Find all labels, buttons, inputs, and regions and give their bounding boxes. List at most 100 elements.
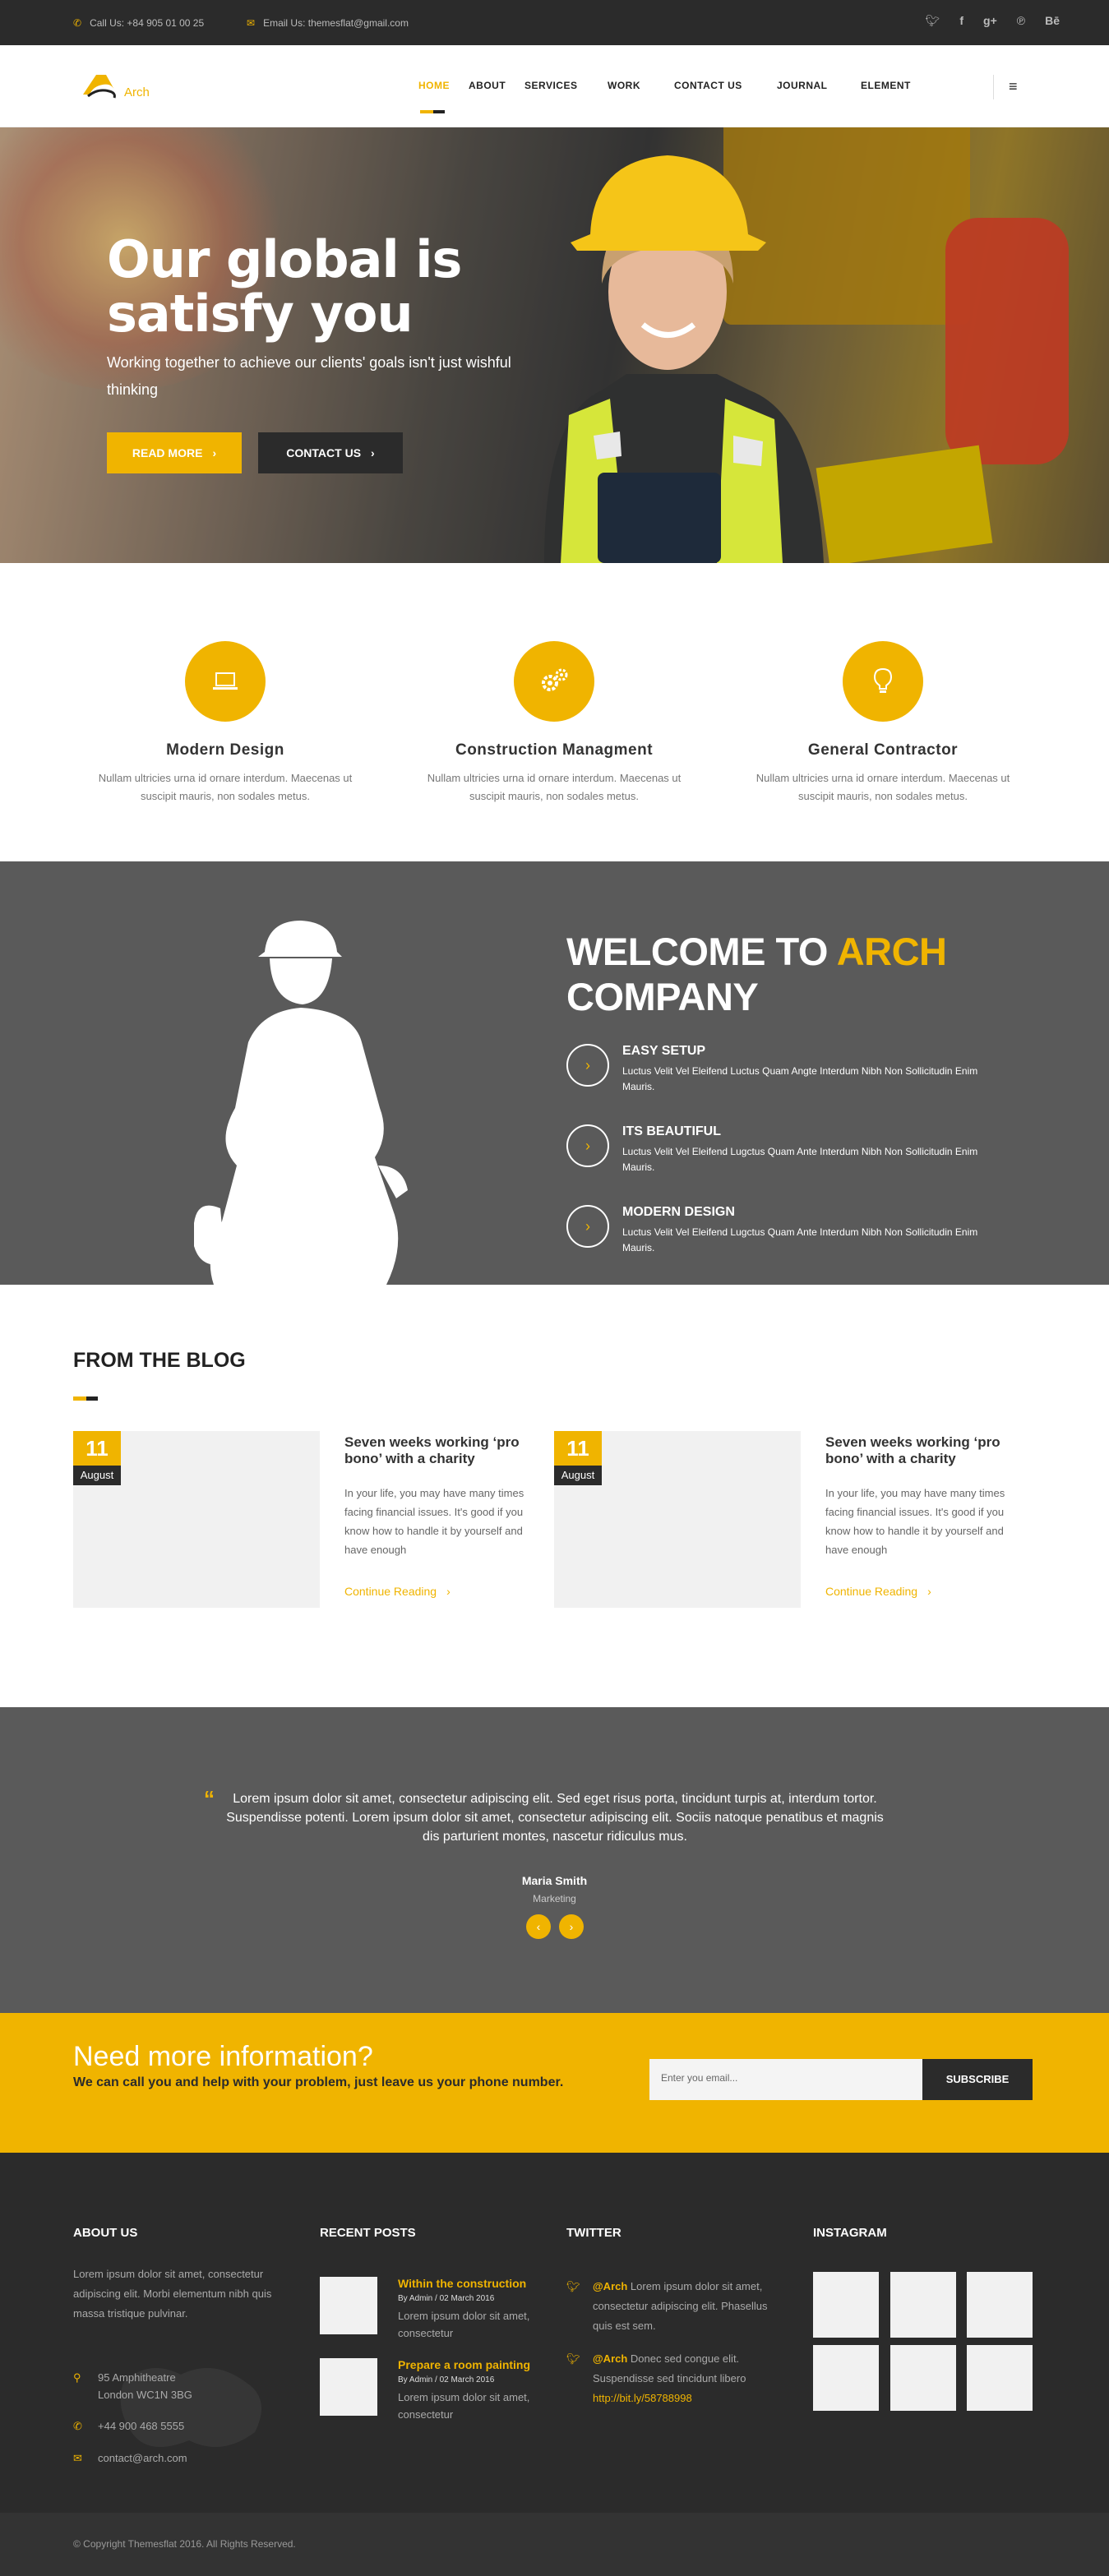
hero-slider: Our global is satisfy you Working togeth…	[0, 127, 1109, 563]
map-marker-icon: ⚲	[73, 2371, 81, 2384]
post-month: August	[554, 1466, 602, 1485]
blog-post: 11 August Seven weeks working ‘pro bono’…	[554, 1431, 1023, 1612]
chevron-right-icon: ›	[566, 1044, 609, 1087]
tweet: 🐦︎ @Arch Donec sed congue elit. Suspendi…	[566, 2349, 788, 2408]
instagram-photo[interactable]	[813, 2345, 879, 2411]
footer-heading: ABOUT US	[73, 2226, 138, 2240]
testimonial-name: Maria Smith	[521, 1874, 588, 1887]
footer-twitter: TWITTER 🐦︎ @Arch Lorem ipsum dolor sit a…	[566, 2226, 788, 2404]
post-title[interactable]: Seven weeks working ‘pro bono’ with a ch…	[825, 1434, 1023, 1467]
page: ✆ Call Us: +84 905 01 00 25 ✉ Email Us: …	[0, 0, 1109, 2576]
logo[interactable]: Arch	[78, 67, 169, 108]
recent-post-title[interactable]: Within the construction	[398, 2277, 526, 2290]
feature-text: Nullam ultricies urna id ornare interdum…	[756, 772, 1010, 802]
chevron-right-icon: ›	[566, 1124, 609, 1167]
contact-us-label: CONTACT US	[286, 446, 362, 459]
copyright-text: © Copyright Themesflat 2016. All Rights …	[73, 2538, 296, 2550]
tweet-link[interactable]: http://bit.ly/58788998	[593, 2392, 692, 2404]
twitter-icon[interactable]: 🐦︎	[926, 14, 940, 28]
feature-title: Construction Managment	[455, 741, 654, 759]
instagram-photo[interactable]	[890, 2272, 956, 2338]
hero-title: Our global is satisfy you	[107, 229, 462, 344]
lightbulb-icon	[843, 641, 923, 722]
post-excerpt: In your life, you may have many times fa…	[344, 1487, 524, 1556]
phone-info: ✆ +44 900 468 5555	[73, 2417, 184, 2435]
facebook-icon[interactable]: f	[959, 14, 963, 28]
prev-slide-button[interactable]: ‹	[526, 1914, 551, 1939]
post-day: 11	[73, 1431, 121, 1466]
read-more-button[interactable]: READ MORE ›	[107, 432, 242, 473]
nav-home[interactable]: HOME	[418, 80, 469, 91]
post-title[interactable]: Seven weeks working ‘pro bono’ with a ch…	[344, 1434, 542, 1467]
testimonial-text: Lorem ipsum dolor sit amet, consectetur …	[226, 1792, 884, 1844]
phone-icon: ✆	[73, 2420, 82, 2432]
chevron-right-icon: ›	[212, 446, 217, 459]
behance-icon[interactable]: Bē	[1045, 14, 1060, 28]
tweet-user[interactable]: @Arch	[593, 2280, 627, 2292]
footer-instagram: INSTAGRAM	[813, 2226, 1035, 2411]
feature-construction-managment: Construction Managment Nullam ultricies …	[414, 641, 694, 806]
post-thumbnail[interactable]	[320, 2277, 377, 2334]
envelope-icon: ✉	[247, 17, 256, 29]
subscribe-button[interactable]: SUBSCRIBE	[922, 2059, 1033, 2100]
nav-about[interactable]: ABOUT	[469, 80, 524, 91]
phone-info: ✆ Call Us: +84 905 01 00 25	[73, 17, 204, 29]
recent-post-text: Lorem ipsum dolor sit amet, consectetur	[398, 2310, 530, 2339]
feature-general-contractor: General Contractor Nullam ultricies urna…	[743, 641, 1023, 806]
email-info: ✉ contact@arch.com	[73, 2449, 187, 2467]
twitter-icon: 🐦︎	[566, 2352, 580, 2365]
top-bar: ✆ Call Us: +84 905 01 00 25 ✉ Email Us: …	[0, 0, 1109, 45]
recent-post-title[interactable]: Prepare a room painting	[398, 2358, 530, 2371]
blog-section-title: FROM THE BLOG	[73, 1349, 246, 1372]
instagram-photo[interactable]	[967, 2272, 1033, 2338]
next-slide-button[interactable]: ›	[559, 1914, 584, 1939]
newsletter-section: Need more information? We can call you a…	[0, 2013, 1109, 2153]
feature-modern-design: Modern Design Nullam ultricies urna id o…	[85, 641, 365, 806]
world-map-image	[120, 2368, 261, 2447]
gears-icon	[514, 641, 594, 722]
hamburger-menu-icon[interactable]: ≡	[1009, 78, 1018, 95]
divider	[993, 75, 994, 99]
cta-title: Need more information?	[73, 2041, 373, 2072]
blog-post: 11 August Seven weeks working ‘pro bono’…	[73, 1431, 542, 1612]
nav-contact-us[interactable]: CONTACT US	[674, 80, 777, 91]
google-plus-icon[interactable]: g+	[983, 14, 997, 28]
footer-recent-posts: RECENT POSTS Within the construction By …	[320, 2226, 542, 2421]
worker-silhouette-image	[194, 921, 408, 1285]
nav-element[interactable]: ELEMENT	[861, 80, 911, 91]
post-thumbnail[interactable]	[320, 2358, 377, 2416]
footer-heading: TWITTER	[566, 2226, 622, 2240]
chevron-right-icon: ›	[566, 1205, 609, 1248]
quote-icon: “	[204, 1786, 215, 1811]
continue-reading-link[interactable]: Continue Reading ›	[344, 1585, 451, 1598]
nav-work[interactable]: WORK	[608, 80, 674, 91]
nav-journal[interactable]: JOURNAL	[777, 80, 861, 91]
email-input[interactable]: Enter you email...	[649, 2059, 922, 2100]
contact-us-button[interactable]: CONTACT US ›	[258, 432, 403, 473]
email-text: Email Us: themesflat@gmail.com	[263, 17, 409, 29]
instagram-photo[interactable]	[813, 2272, 879, 2338]
post-day: 11	[554, 1431, 602, 1466]
pinterest-icon[interactable]: ℗	[1017, 14, 1025, 28]
nav-services[interactable]: SERVICES	[524, 80, 608, 91]
instagram-photo[interactable]	[890, 2345, 956, 2411]
main-nav: HOME ABOUT SERVICES WORK CONTACT US JOUR…	[418, 80, 911, 91]
tweet-user[interactable]: @Arch	[593, 2352, 627, 2365]
title-underline	[73, 1390, 98, 1405]
cta-text: We can call you and help with your probl…	[73, 2075, 564, 2089]
address-info: ⚲ 95 Amphitheatre London WC1N 3BG	[73, 2369, 192, 2403]
feature-text: Nullam ultricies urna id ornare interdum…	[98, 772, 353, 802]
post-month: August	[73, 1466, 121, 1485]
read-more-label: READ MORE	[132, 446, 203, 459]
continue-reading-link[interactable]: Continue Reading ›	[825, 1585, 931, 1598]
recent-post-text: Lorem ipsum dolor sit amet, consectetur	[398, 2391, 530, 2421]
social-links: 🐦︎ f g+ ℗ Bē	[926, 14, 1060, 28]
hero-worker-image	[544, 155, 824, 563]
testimonial-role: Marketing	[533, 1893, 576, 1904]
active-nav-indicator	[420, 103, 445, 113]
laptop-icon	[185, 641, 266, 722]
chevron-right-icon: ›	[446, 1585, 451, 1598]
instagram-photo[interactable]	[967, 2345, 1033, 2411]
chevron-right-icon: ›	[927, 1585, 931, 1598]
welcome-section: WELCOME TO ARCH COMPANY › EASY SETUP Luc…	[0, 861, 1109, 1285]
